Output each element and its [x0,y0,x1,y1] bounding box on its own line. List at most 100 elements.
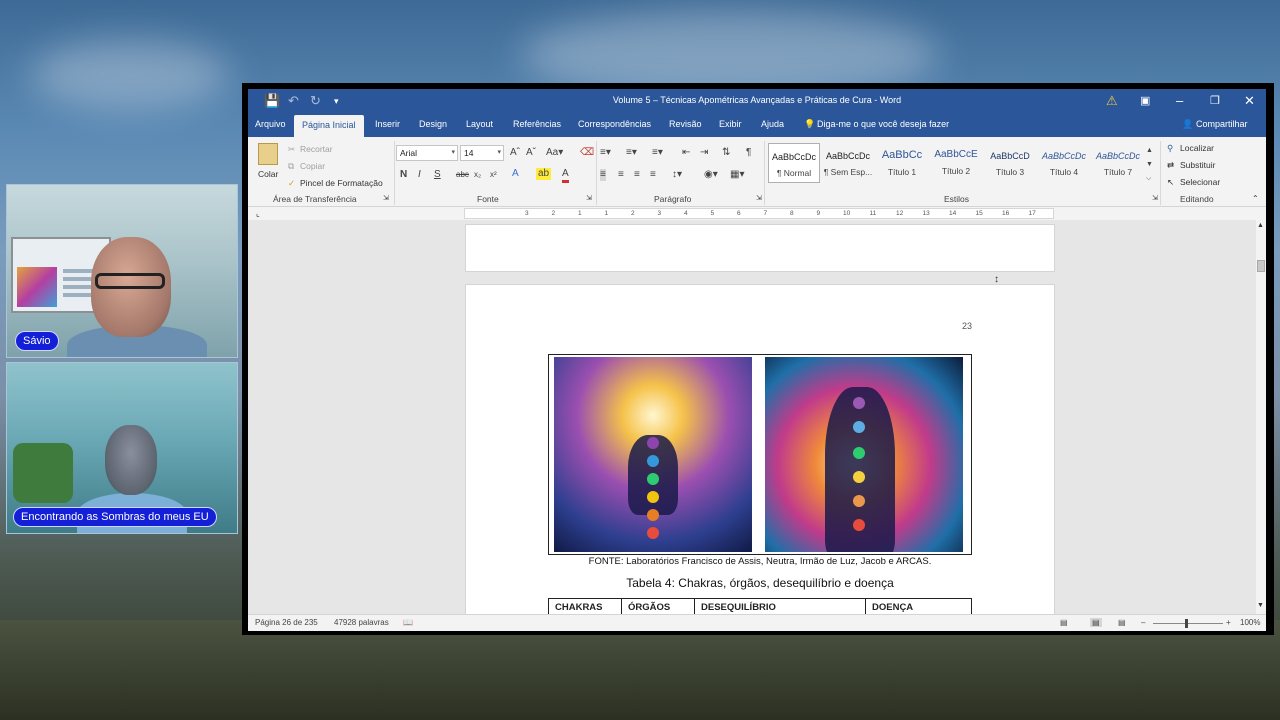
zoom-slider[interactable] [1153,623,1223,624]
dialog-launcher-icon[interactable]: ⇲ [1152,194,1158,202]
style-titulo-7[interactable]: AaBbCcDc Título 7 [1092,143,1144,183]
dialog-launcher-icon[interactable]: ⇲ [586,194,592,202]
change-case-icon[interactable]: Aa▾ [546,147,563,159]
align-left-icon[interactable]: ≡ [600,169,606,181]
share-button[interactable]: Compartilhar [1196,119,1248,129]
styles-scroll-down-icon[interactable]: ▼ [1146,159,1153,171]
vertical-scrollbar[interactable]: ▲ ▼ [1256,220,1266,614]
warning-icon[interactable]: ⚠ [1106,93,1118,109]
bullets-icon[interactable]: ≡▾ [600,147,611,159]
chakra-images[interactable] [548,354,972,555]
superscript-icon[interactable]: x² [490,169,497,181]
web-layout-icon[interactable]: ▤ [1118,618,1126,627]
text-effects-icon[interactable]: A [512,168,519,180]
table-header-orgaos[interactable]: ÓRGÃOS [621,598,695,614]
strikethrough-icon[interactable]: abc [456,169,469,181]
replace-icon[interactable]: ⇄ [1167,160,1174,171]
tab-referencias[interactable]: Referências [513,119,561,129]
collapse-ribbon-icon[interactable]: ⌃ [1252,194,1259,203]
align-right-icon[interactable]: ≡ [634,169,640,181]
styles-more-icon[interactable]: ⌵ [1146,173,1151,185]
align-center-icon[interactable]: ≡ [618,169,624,181]
tab-correspondencias[interactable]: Correspondências [578,119,651,129]
subscript-icon[interactable]: x₂ [474,169,481,181]
page-count[interactable]: Página 26 de 235 [255,618,318,627]
highlight-icon[interactable]: ab [536,168,552,180]
minimize-icon[interactable]: – [1176,93,1183,109]
tab-design[interactable]: Design [419,119,447,129]
tab-stop-selector-icon[interactable]: ⌞ [256,209,260,218]
clear-formatting-icon[interactable]: ⌫ [580,147,594,159]
sort-icon[interactable]: ⇅ [722,147,730,159]
decrease-indent-icon[interactable]: ⇤ [682,147,690,159]
numbering-icon[interactable]: ≡▾ [626,147,637,159]
tab-arquivo[interactable]: Arquivo [255,119,286,129]
tab-exibir[interactable]: Exibir [719,119,742,129]
dialog-launcher-icon[interactable]: ⇲ [756,194,762,202]
document-area[interactable]: 23 FONTE: Laboratórios Francisco de Assi… [248,220,1256,614]
multilevel-list-icon[interactable]: ≡▾ [652,147,663,159]
style-titulo-4[interactable]: AaBbCcDc Título 4 [1038,143,1090,183]
replace-button[interactable]: Substituir [1180,160,1215,170]
tell-me-search[interactable]: Diga-me o que você deseja fazer [817,119,949,129]
underline-icon[interactable]: S [434,169,441,181]
line-spacing-icon[interactable]: ↕▾ [672,169,682,181]
style-normal[interactable]: AaBbCcDc ¶ Normal [768,143,820,183]
style-sem-espacamento[interactable]: AaBbCcDc ¶ Sem Esp... [822,143,874,183]
scroll-thumb[interactable] [1257,260,1265,272]
table-header-doenca[interactable]: DOENÇA [865,598,972,614]
bold-icon[interactable]: N [400,169,407,181]
tab-pagina-inicial[interactable]: Página Inicial [294,115,364,137]
copy-icon[interactable]: ⧉ [288,161,294,172]
font-size-select[interactable]: 14 ▾ [460,145,504,161]
zoom-in-icon[interactable]: + [1226,618,1231,627]
webcam-tile-encontrando[interactable]: Encontrando as Sombras do meus EU [6,362,238,534]
select-button[interactable]: Selecionar [1180,177,1220,187]
zoom-level[interactable]: 100% [1240,618,1260,627]
ribbon-display-options-icon[interactable]: ▣ [1140,93,1150,109]
grow-font-icon[interactable]: Aˆ [510,147,520,159]
show-marks-icon[interactable]: ¶ [746,147,751,159]
paste-button[interactable]: Colar [258,169,278,179]
zoom-slider-thumb[interactable] [1185,619,1188,628]
print-layout-icon[interactable]: ▤ [1090,618,1102,627]
format-painter-button[interactable]: Pincel de Formatação [300,178,383,188]
copy-button[interactable]: Copiar [300,161,325,171]
style-titulo-3[interactable]: AaBbCcD Título 3 [984,143,1036,183]
cut-icon[interactable]: ✂ [288,144,295,155]
format-painter-icon[interactable]: ✓ [288,178,295,189]
font-color-icon[interactable]: A [562,168,569,183]
tab-ajuda[interactable]: Ajuda [761,119,784,129]
dialog-launcher-icon[interactable]: ⇲ [383,194,389,202]
tab-inserir[interactable]: Inserir [375,119,400,129]
tab-revisao[interactable]: Revisão [669,119,702,129]
table-header-desequilibrio[interactable]: DESEQUILÍBRIO [694,598,866,614]
style-titulo-2[interactable]: AaBbCcE Título 2 [930,143,982,183]
document-page[interactable]: 23 FONTE: Laboratórios Francisco de Assi… [465,284,1055,614]
increase-indent-icon[interactable]: ⇥ [700,147,708,159]
shrink-font-icon[interactable]: Aˇ [526,147,536,159]
paste-icon[interactable] [258,143,278,165]
justify-icon[interactable]: ≡ [650,169,656,181]
shading-icon[interactable]: ◉▾ [704,169,718,181]
find-icon[interactable]: ⚲ [1167,143,1173,154]
scroll-down-icon[interactable]: ▼ [1257,602,1264,609]
table-header-chakras[interactable]: CHAKRAS [548,598,622,614]
cut-button[interactable]: Recortar [300,144,333,154]
webcam-tile-savio[interactable]: Sávio [6,184,238,358]
restore-icon[interactable]: ❐ [1210,93,1220,109]
tab-layout[interactable]: Layout [466,119,493,129]
find-button[interactable]: Localizar [1180,143,1214,153]
scroll-up-icon[interactable]: ▲ [1257,222,1264,229]
zoom-out-icon[interactable]: – [1141,618,1145,627]
horizontal-ruler[interactable]: 3 2 1 1 2 3 4 5 6 7 8 9 10 11 12 13 14 15 16 17 [464,208,1054,219]
select-icon[interactable]: ↖ [1167,177,1174,188]
styles-scroll-up-icon[interactable]: ▲ [1146,145,1153,157]
proofing-icon[interactable]: 📖 [403,618,413,627]
close-icon[interactable]: ✕ [1244,93,1255,109]
borders-icon[interactable]: ▦▾ [730,169,744,181]
word-count[interactable]: 47928 palavras [334,618,389,627]
italic-icon[interactable]: I [418,169,421,181]
read-mode-icon[interactable]: ▤ [1060,618,1068,627]
font-name-select[interactable]: Arial ▾ [396,145,458,161]
